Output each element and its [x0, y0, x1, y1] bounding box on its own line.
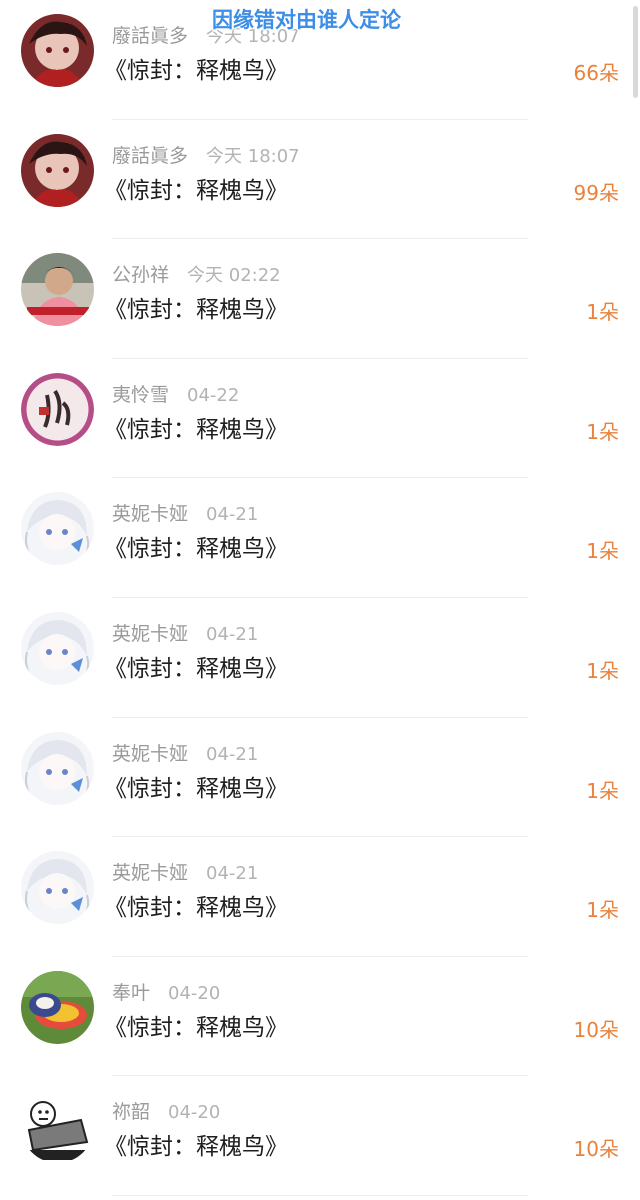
avatar-anime-red-icon	[21, 133, 94, 207]
divider	[112, 1194, 528, 1196]
avatar-calligraphy-icon	[21, 372, 94, 446]
flower-count: 1朵	[586, 300, 619, 325]
gift-title: 《惊封：释槐鸟》	[104, 58, 288, 84]
avatar[interactable]	[21, 14, 94, 87]
avatar[interactable]	[21, 492, 94, 566]
timestamp: 04-20	[168, 1102, 221, 1124]
username[interactable]: 英妮卡娅	[112, 862, 188, 884]
flower-count: 1朵	[586, 539, 619, 564]
list-item[interactable]: 英妮卡娅 04-21 《惊封：释槐鸟》 1朵	[0, 598, 640, 718]
list-item[interactable]: 英妮卡娅 04-21 《惊封：释槐鸟》 1朵	[0, 837, 640, 957]
avatar[interactable]	[21, 731, 94, 805]
scrollbar[interactable]	[633, 6, 638, 98]
list-item[interactable]: 公孙祥 今天 02:22 《惊封：释槐鸟》 1朵	[0, 239, 640, 359]
avatar-anime-white-icon	[21, 851, 94, 925]
gift-title: 《惊封：释槐鸟》	[104, 1134, 288, 1161]
avatar-anime-red-icon	[21, 14, 94, 87]
flower-count: 1朵	[586, 778, 619, 803]
avatar-anime-white-icon	[21, 611, 94, 685]
flower-count: 1朵	[586, 898, 619, 923]
list-item[interactable]: 廢話眞多 今天 18:07 《惊封：释槐鸟》 99朵	[0, 120, 640, 240]
flower-count: 1朵	[586, 658, 619, 683]
gift-title: 《惊封：释槐鸟》	[104, 775, 288, 802]
avatar[interactable]	[21, 133, 94, 207]
avatar-meme-bed-icon	[21, 1090, 94, 1164]
flower-count: 99朵	[573, 180, 619, 205]
username[interactable]: 英妮卡娅	[112, 623, 188, 645]
timestamp: 04-21	[206, 743, 259, 765]
gift-title: 《惊封：释槐鸟》	[104, 177, 288, 204]
username[interactable]: 廢話眞多	[112, 25, 188, 47]
list-item[interactable]: 祢韶 04-20 《惊封：释槐鸟》 10朵	[0, 1076, 640, 1196]
avatar[interactable]	[21, 372, 94, 446]
flower-count: 10朵	[573, 1017, 619, 1042]
avatar[interactable]	[21, 970, 94, 1044]
timestamp: 04-21	[206, 863, 259, 885]
flower-count: 66朵	[573, 61, 619, 85]
overlay-title: 因缘错对由谁人定论	[212, 8, 401, 32]
timestamp: 04-22	[187, 384, 240, 406]
timestamp: 04-20	[168, 982, 221, 1004]
timestamp: 04-21	[206, 504, 259, 526]
list-item[interactable]: 英妮卡娅 04-21 《惊封：释槐鸟》 1朵	[0, 718, 640, 838]
username[interactable]: 公孙祥	[112, 264, 169, 286]
avatar[interactable]	[21, 851, 94, 925]
avatar[interactable]	[21, 1090, 94, 1164]
avatar-anime-white-icon	[21, 731, 94, 805]
username[interactable]: 英妮卡娅	[112, 503, 188, 525]
list-item[interactable]: 英妮卡娅 04-21 《惊封：释槐鸟》 1朵	[0, 478, 640, 598]
username[interactable]: 夷怜雪	[112, 384, 169, 406]
gift-title: 《惊封：释槐鸟》	[104, 895, 288, 922]
username[interactable]: 英妮卡娅	[112, 743, 188, 765]
timestamp: 04-21	[206, 623, 259, 645]
flower-count: 10朵	[573, 1137, 619, 1162]
flower-count: 1朵	[586, 419, 619, 444]
timestamp: 今天 18:07	[206, 145, 300, 167]
username[interactable]: 廢話眞多	[112, 145, 188, 167]
gift-title: 《惊封：释槐鸟》	[104, 297, 288, 324]
gift-title: 《惊封：释槐鸟》	[104, 416, 288, 443]
avatar[interactable]	[21, 611, 94, 685]
username[interactable]: 奉叶	[112, 982, 150, 1004]
avatar-colorful-hats-icon	[21, 970, 94, 1044]
list-item[interactable]: 奉叶 04-20 《惊封：释槐鸟》 10朵	[0, 957, 640, 1077]
gift-list: 廢話眞多 今天 18:07 《惊封：释槐鸟》 66朵 廢話眞多 今天 18:07 《…	[0, 0, 640, 1196]
timestamp: 今天 02:22	[187, 265, 281, 287]
avatar-anime-white-icon	[21, 492, 94, 566]
username[interactable]: 祢韶	[112, 1101, 150, 1123]
gift-title: 《惊封：释槐鸟》	[104, 536, 288, 563]
gift-title: 《惊封：释槐鸟》	[104, 1014, 288, 1041]
gift-title: 《惊封：释槐鸟》	[104, 655, 288, 682]
avatar[interactable]	[21, 253, 94, 327]
list-item[interactable]: 夷怜雪 04-22 《惊封：释槐鸟》 1朵	[0, 359, 640, 479]
avatar-photo-person-icon	[21, 253, 94, 327]
